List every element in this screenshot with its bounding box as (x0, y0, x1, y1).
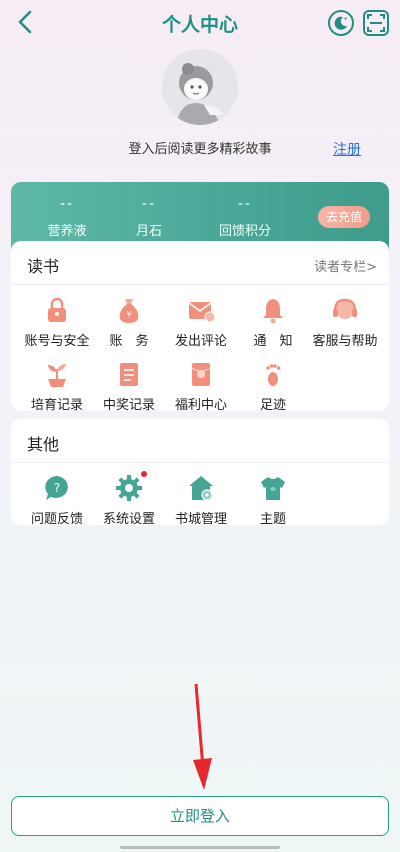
stat-value: -- (237, 196, 253, 212)
theme-item[interactable]: 主题 (235, 473, 311, 527)
other-title: 其他 (27, 435, 60, 454)
reading-card: 读书 读者专栏> 账号与安全 ¥ 账 务 发出评论 通 知 客服与帮助 培育记录… (11, 241, 389, 413)
item-label: 通 知 (253, 334, 293, 349)
sprout-icon (48, 364, 66, 387)
login-now-button[interactable]: 立即登入 (11, 796, 389, 836)
red-envelope-icon (191, 363, 211, 386)
bookstore-management-item[interactable]: 书城管理 (163, 473, 239, 527)
prize-list-icon (120, 363, 138, 386)
footprint-item[interactable]: 足迹 (235, 359, 311, 413)
item-label: 培育记录 (30, 398, 83, 413)
shirt-icon (261, 477, 285, 500)
scan-button[interactable] (363, 10, 389, 36)
my-comments-item[interactable]: 发出评论 (163, 295, 239, 349)
cultivation-record-item[interactable]: 培育记录 (19, 359, 95, 413)
avatar-girl-icon (162, 49, 238, 125)
reading-card-header: 读书 读者专栏> (11, 241, 389, 285)
svg-text:?: ? (54, 481, 60, 495)
night-mode-button[interactable] (328, 10, 354, 36)
avatar[interactable] (162, 49, 238, 125)
stat-label: 回馈积分 (218, 224, 271, 239)
stat-moonstone[interactable]: -- 月石 (99, 196, 199, 239)
recharge-button[interactable]: 去充值 (318, 206, 370, 228)
other-card: 其他 ? 问题反馈 系统设置 书城管理 主题 (11, 419, 389, 527)
item-label: 主题 (259, 512, 286, 527)
stat-label: 月石 (135, 224, 162, 239)
notification-item[interactable]: 通 知 (235, 295, 311, 349)
item-label: 中奖记录 (102, 398, 155, 413)
account-security-item[interactable]: 账号与安全 (19, 295, 95, 349)
item-label: 问题反馈 (30, 512, 83, 527)
stat-points[interactable]: -- 回馈积分 (195, 196, 295, 239)
item-label: 发出评论 (174, 334, 227, 349)
header-bar: 个人中心 (0, 0, 400, 44)
reader-column-link[interactable]: 读者专栏> (314, 256, 377, 275)
item-label: 账号与安全 (24, 334, 90, 349)
money-bag-icon: ¥ (119, 299, 139, 323)
home-indicator (120, 846, 280, 849)
scan-icon (367, 14, 385, 32)
reading-title: 读书 (27, 257, 60, 276)
new-badge-dot (141, 471, 147, 477)
stat-value: -- (141, 196, 157, 212)
item-label: 账 务 (109, 334, 149, 349)
customer-service-item[interactable]: 客服与帮助 (307, 295, 383, 349)
gear-icon (116, 475, 142, 501)
item-label: 客服与帮助 (312, 334, 378, 349)
headset-icon (333, 298, 357, 319)
prize-record-item[interactable]: 中奖记录 (91, 359, 167, 413)
bell-icon (263, 299, 283, 324)
feedback-item[interactable]: ? 问题反馈 (19, 473, 95, 527)
item-label: 系统设置 (102, 512, 155, 527)
moon-icon (334, 16, 347, 30)
footprint-icon (266, 364, 281, 386)
item-label: 足迹 (259, 398, 286, 413)
house-gear-icon (189, 476, 213, 501)
item-label: 书城管理 (174, 512, 227, 527)
register-link[interactable]: 注册 (333, 139, 361, 159)
lock-icon (48, 297, 66, 322)
system-settings-item[interactable]: 系统设置 (91, 471, 167, 527)
billing-item[interactable]: ¥ 账 务 (91, 295, 167, 349)
comment-envelope-icon (188, 302, 216, 323)
item-label: 福利中心 (174, 398, 227, 413)
other-card-header: 其他 (11, 419, 389, 463)
question-bubble-icon: ? (45, 476, 68, 500)
welfare-center-item[interactable]: 福利中心 (163, 359, 239, 413)
svg-text:¥: ¥ (126, 310, 131, 319)
